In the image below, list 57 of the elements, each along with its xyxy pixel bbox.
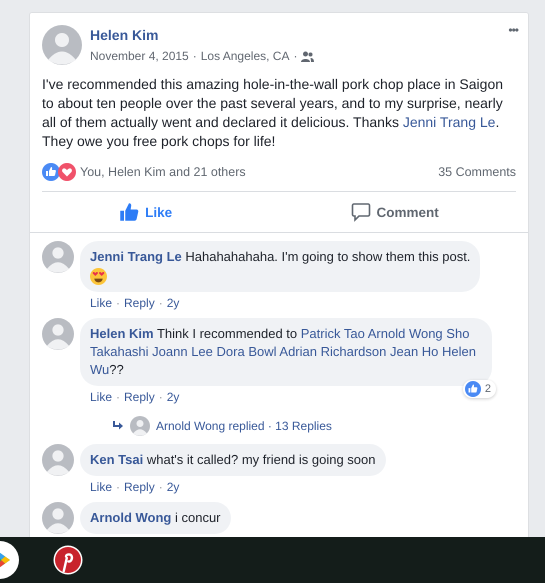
comment-action-link[interactable]: Reply	[124, 480, 155, 494]
mention-link[interactable]: Arnold Wong	[368, 326, 443, 341]
reply-arrow-icon	[112, 421, 124, 431]
post-location[interactable]: Los Angeles, CA	[200, 49, 290, 63]
comment-text: Arnold Wong i concur	[90, 510, 221, 525]
mention-link[interactable]: Dora Bowl	[216, 344, 276, 359]
avatar[interactable]	[42, 502, 74, 534]
separator: ·	[192, 49, 197, 63]
author-name[interactable]: Helen Kim	[90, 27, 158, 43]
comment-time[interactable]: 2y	[166, 480, 180, 494]
like-button[interactable]: Like	[105, 196, 186, 228]
mention-link[interactable]: Patrick Tao	[300, 326, 365, 341]
comment-text: Helen Kim Think I recommended to Patrick Tao Arnold Wong Sho Takahashi Joann Lee Dora Bowl Adrian Richardson Jean Ho Helen Wu??	[90, 326, 476, 377]
comment-time[interactable]: 2y	[166, 390, 180, 404]
separator: ·	[116, 390, 120, 404]
mention-link[interactable]: Helen	[442, 344, 476, 359]
friends-icon	[301, 50, 314, 62]
comment-action-link[interactable]: Reply	[124, 296, 155, 310]
comment-action-link[interactable]: Like	[90, 390, 112, 404]
view-replies-link[interactable]: Arnold Wong replied · 13 Replies	[156, 419, 332, 433]
comment-action-link[interactable]: Like	[90, 296, 112, 310]
mention-link[interactable]: Takahashi	[90, 344, 149, 359]
reactions-summary[interactable]: You, Helen Kim and 21 others	[80, 165, 246, 179]
post-date[interactable]: November 4, 2015	[90, 49, 189, 63]
avatar[interactable]	[42, 444, 74, 476]
separator: ·	[158, 296, 163, 310]
separator: ·	[116, 480, 120, 494]
mention-link[interactable]: Wu	[90, 362, 110, 377]
heart-reaction-icon	[58, 163, 76, 181]
like-reaction-icon	[42, 163, 60, 181]
comment-time[interactable]: 2y	[166, 296, 180, 310]
separator: ·	[293, 49, 298, 63]
separator: ·	[158, 480, 163, 494]
comment-button[interactable]: Comment	[336, 196, 453, 228]
post-text: I've recommended this amazing hole-in-the-wall pork chop place in Saigon to about ten people over the past several years, and to my surprise, nearly all of them actually went and declared it delicious. Thanks Jenni Trang Le. They owe you free pork chops for life!	[42, 75, 504, 151]
comment-text: Jenni Trang Le Hahahahahaha. I'm going to show them this post.	[90, 249, 470, 264]
mention-link[interactable]: Joann Lee	[152, 344, 213, 359]
like-count-badge[interactable]: 2	[462, 380, 496, 398]
separator: ·	[116, 296, 120, 310]
mention-link[interactable]: Adrian Richardson	[279, 344, 386, 359]
comment-action-link[interactable]: Like	[90, 480, 112, 494]
mention-link[interactable]: Sho	[446, 326, 470, 341]
thumbs-up-icon	[119, 202, 140, 222]
avatar[interactable]	[130, 416, 150, 436]
separator: ·	[158, 390, 163, 404]
mention-link[interactable]: Jean Ho	[390, 344, 438, 359]
comments-count[interactable]: 35 Comments	[438, 165, 516, 179]
pin-logo-icon[interactable]	[53, 545, 83, 575]
avatar[interactable]	[42, 25, 82, 65]
mention-link[interactable]: Jenni Trang Le	[402, 114, 496, 130]
speech-bubble-icon	[350, 202, 371, 222]
avatar[interactable]	[42, 241, 74, 273]
comment-action-link[interactable]: Reply	[124, 390, 155, 404]
avatar[interactable]	[42, 318, 74, 350]
comment-text: Ken Tsai what's it called? my friend is going soon	[90, 452, 376, 467]
more-options-button[interactable]: •••	[506, 21, 520, 39]
play-store-icon[interactable]	[0, 540, 20, 580]
